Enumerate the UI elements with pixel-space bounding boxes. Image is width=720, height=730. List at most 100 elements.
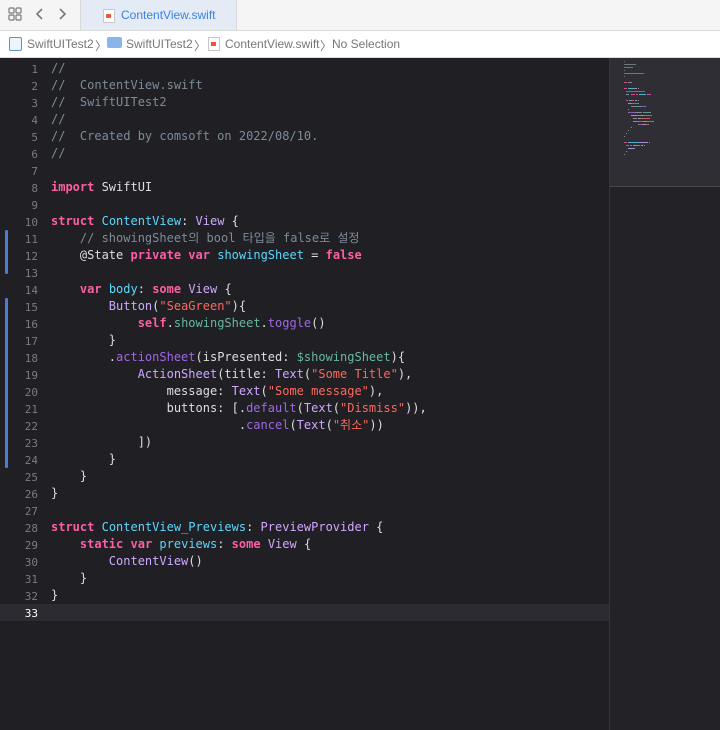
code-line[interactable]: 17 } xyxy=(0,332,609,349)
chevron-right-icon[interactable] xyxy=(57,7,67,26)
code-token: // xyxy=(51,61,66,75)
code-line[interactable]: 8 import SwiftUI xyxy=(0,179,609,196)
code-line[interactable]: 16 self.showingSheet.toggle() xyxy=(0,315,609,332)
code-text: @State private var showingSheet = false xyxy=(51,247,362,264)
minimap-stroke xyxy=(624,70,625,71)
code-text: } xyxy=(51,570,87,587)
code-line[interactable]: 13 xyxy=(0,264,609,281)
breadcrumb-selection[interactable]: No Selection xyxy=(332,37,400,51)
line-number: 13 xyxy=(24,267,38,280)
minimap-stroke xyxy=(624,73,644,74)
code-token: some xyxy=(152,282,182,296)
line-number: 4 xyxy=(31,114,38,127)
code-text: buttons: [.default(Text("Dismiss")), xyxy=(51,400,427,417)
code-line[interactable]: 28 struct ContentView_Previews: PreviewPr… xyxy=(0,519,609,536)
minimap-stroke xyxy=(649,142,650,143)
minimap-stroke xyxy=(626,91,645,92)
code-line[interactable]: 25 } xyxy=(0,468,609,485)
code-line[interactable]: 31 } xyxy=(0,570,609,587)
code-line[interactable]: 32} xyxy=(0,587,609,604)
code-line[interactable]: 23 ]) xyxy=(0,434,609,451)
code-token: : xyxy=(181,214,196,228)
code-line[interactable]: 18 .actionSheet(isPresented: $showingShe… xyxy=(0,349,609,366)
code-token: "Some Title" xyxy=(311,367,398,381)
code-line[interactable]: 24 } xyxy=(0,451,609,468)
code-text: } xyxy=(51,468,87,485)
code-line[interactable]: 33 xyxy=(0,604,609,621)
code-line[interactable]: 27 xyxy=(0,502,609,519)
code-line[interactable]: 15 Button("SeaGreen"){ xyxy=(0,298,609,315)
code-line[interactable]: 26} xyxy=(0,485,609,502)
minimap-stroke xyxy=(644,115,651,116)
code-line[interactable]: 9 xyxy=(0,196,609,213)
code-editor[interactable]: 1 // 2 // ContentView.swift 3 // SwiftUITest2… xyxy=(0,58,609,730)
minimap-stroke xyxy=(624,88,627,89)
minimap-stroke xyxy=(624,142,627,143)
minimap-stroke xyxy=(649,118,650,119)
minimap-stroke xyxy=(624,76,625,77)
code-line[interactable]: 1 // xyxy=(0,60,609,77)
swift-file-icon xyxy=(103,9,115,23)
line-number: 30 xyxy=(24,556,38,569)
line-number: 26 xyxy=(24,488,38,501)
code-token: import xyxy=(51,180,95,194)
line-number: 6 xyxy=(31,148,38,161)
code-token: () xyxy=(188,554,203,568)
minimap[interactable] xyxy=(609,58,720,730)
code-line[interactable]: 20 message: Text("Some message"), xyxy=(0,383,609,400)
code-token: ){ xyxy=(231,299,247,313)
code-text: } xyxy=(51,587,58,604)
line-number: 14 xyxy=(24,284,38,297)
code-line[interactable]: 10 struct ContentView: View { xyxy=(0,213,609,230)
breadcrumb-file[interactable]: ContentView.swift xyxy=(225,37,320,51)
code-token: ( xyxy=(332,401,341,415)
code-text: // xyxy=(51,60,65,77)
code-line[interactable]: 5 // Created by comsoft on 2022/08/10. xyxy=(0,128,609,145)
code-line[interactable]: 4 // xyxy=(0,111,609,128)
minimap-visible-region[interactable] xyxy=(610,58,720,187)
line-number: 16 xyxy=(24,318,38,331)
code-line[interactable]: 22 .cancel(Text("취소")) xyxy=(0,417,609,434)
code-token: ){ xyxy=(390,350,406,364)
code-line[interactable]: 7 xyxy=(0,162,609,179)
line-number: 24 xyxy=(24,454,38,467)
code-token: struct xyxy=(51,520,95,534)
code-line[interactable]: 3 // SwiftUITest2 xyxy=(0,94,609,111)
minimap-stroke xyxy=(641,118,649,119)
line-number: 20 xyxy=(24,386,38,399)
code-line[interactable]: 14 var body: some View { xyxy=(0,281,609,298)
code-line[interactable]: 11 // showingSheet의 bool 타입을 false로 설정 xyxy=(0,230,609,247)
code-text: var body: some View { xyxy=(51,281,232,298)
minimap-stroke xyxy=(638,100,639,101)
chevron-left-icon[interactable] xyxy=(35,7,45,26)
tab-contentview-swift[interactable]: ContentView.swift xyxy=(80,0,237,30)
minimap-stroke xyxy=(626,145,629,146)
line-number: 22 xyxy=(24,420,38,433)
line-number: 32 xyxy=(24,590,38,603)
code-text: self.showingSheet.toggle() xyxy=(51,315,326,332)
code-line[interactable]: 6 // xyxy=(0,145,609,162)
code-token: showingSheet xyxy=(173,316,261,330)
breadcrumb-group[interactable]: SwiftUITest2 xyxy=(126,37,193,51)
code-text: ActionSheet(title: Text("Some Title"), xyxy=(51,366,413,383)
line-number: 18 xyxy=(24,352,38,365)
code-line[interactable]: 30 ContentView() xyxy=(0,553,609,570)
code-line[interactable]: 19 ActionSheet(title: Text("Some Title")… xyxy=(0,366,609,383)
minimap-stroke xyxy=(635,88,637,89)
code-line[interactable]: 29 static var previews: some View { xyxy=(0,536,609,553)
code-token: // xyxy=(51,112,66,126)
grid-icon[interactable] xyxy=(8,7,22,26)
code-line[interactable]: 21 buttons: [.default(Text("Dismiss")), xyxy=(0,400,609,417)
minimap-stroke xyxy=(630,145,632,146)
code-line[interactable]: 12 @State private var showingSheet = fal… xyxy=(0,247,609,264)
minimap-stroke xyxy=(631,94,635,95)
code-token: // SwiftUITest2 xyxy=(51,95,167,109)
jump-bar: SwiftUITest2 〉 SwiftUITest2 〉 ContentVie… xyxy=(0,31,720,58)
code-line[interactable]: 2 // ContentView.swift xyxy=(0,77,609,94)
breadcrumb-project[interactable]: SwiftUITest2 xyxy=(27,37,94,51)
code-token: false xyxy=(325,248,362,262)
minimap-stroke xyxy=(650,112,651,113)
line-number: 17 xyxy=(24,335,38,348)
code-token: showingSheet xyxy=(217,248,304,262)
